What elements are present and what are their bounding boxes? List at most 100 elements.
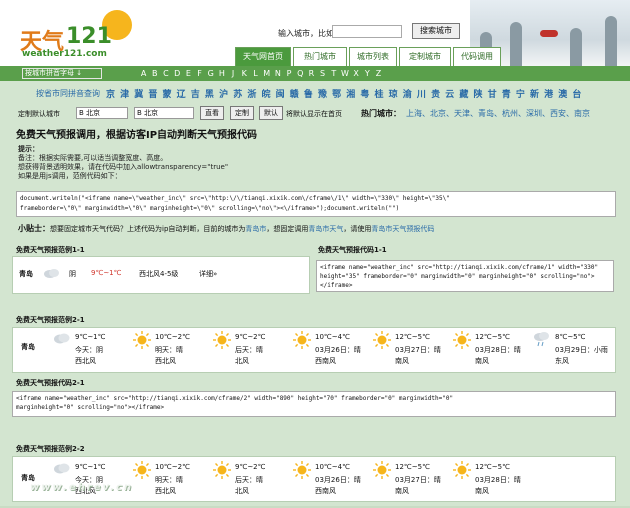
letter-link[interactable]: S — [317, 69, 328, 78]
forecast-temp: 10℃~2℃ — [155, 463, 190, 471]
letter-link[interactable]: F — [194, 69, 205, 78]
code-line: document.writeln("<iframe name=\"weather… — [20, 195, 450, 202]
forecast-day-label: 03月29日：小雨 — [555, 346, 608, 354]
code-1-1-textarea[interactable]: <iframe name="weather_inc" src="http://t… — [316, 260, 614, 292]
letter-link[interactable]: H — [216, 69, 227, 78]
page-title: 免费天气预报调用，根据访客IP自动判断天气预报代码 — [16, 130, 258, 141]
sun-icon — [453, 461, 471, 481]
forecast-temp: 12℃~5℃ — [395, 463, 430, 471]
city-link[interactable]: 青岛市 — [245, 225, 266, 233]
detail-link[interactable]: 详细» — [199, 269, 217, 279]
tab-code[interactable]: 代码调用 — [453, 47, 501, 66]
province-links[interactable]: 京 津 冀 晋 蒙 辽 吉 黑 沪 苏 浙 皖 闽 赣 鲁 豫 鄂 湘 粤 桂 … — [106, 87, 582, 100]
forecast-day: 12℃~5℃ 03月28日：晴 南风 — [453, 460, 533, 508]
default-button[interactable]: 默认 — [259, 106, 283, 120]
city-select[interactable]: B 北京 — [134, 107, 194, 119]
page: 天气 121 weather121.com 输入城市，比如 北京 搜索城市 天气… — [0, 0, 630, 506]
letter-link[interactable]: K — [239, 69, 250, 78]
tab-home[interactable]: 天气网首页 — [235, 47, 291, 66]
forecast-wind: 北风 — [235, 487, 249, 495]
letter-link[interactable]: G — [205, 69, 216, 78]
forecast-wind: 南风 — [395, 487, 409, 495]
tips: 提示： 备注：根据实际需要,可以适当调整宽度、高度。 想获得背景透明效果，请在代… — [18, 145, 228, 181]
letter-link[interactable]: D — [172, 69, 183, 78]
letter-link[interactable]: M — [261, 69, 272, 78]
letter-link[interactable]: Q — [295, 69, 306, 78]
tab-hot-cities[interactable]: 热门城市 — [293, 47, 347, 66]
letter-link[interactable]: P — [283, 69, 294, 78]
forecast-temp: 9℃~1℃ — [75, 333, 106, 341]
tips-line: 如果是用js调用，范例代码如下： — [18, 172, 122, 180]
view-button[interactable]: 直看 — [200, 106, 224, 120]
sample-2-2-title: 免费天气预报范例2-2 — [16, 445, 85, 453]
province-select[interactable]: B 北京 — [76, 107, 128, 119]
province-label: 按省市同拼音查询 — [36, 89, 100, 98]
code-2-1-textarea[interactable]: <iframe name="weather_inc" src="http://t… — [12, 391, 616, 417]
small-tip: 小贴士：想要固定城市天气代码？上述代码为ip自动判断，目前的城市为青岛市，想固定… — [18, 223, 434, 234]
letter-link[interactable]: J — [228, 69, 239, 78]
forecast-wind: 南风 — [475, 357, 489, 365]
tab-city-list[interactable]: 城市列表 — [349, 47, 397, 66]
small-tip-label: 小贴士： — [18, 224, 50, 233]
city-code-link[interactable]: 青岛市天气预报代码 — [371, 225, 434, 233]
forecast-day: 12℃~5℃ 03月27日：晴 南风 — [373, 460, 453, 508]
forecast-wind: 南风 — [475, 487, 489, 495]
tips-line: 备注：根据实际需要,可以适当调整宽度、高度。 — [18, 154, 168, 162]
letter-link[interactable]: W — [339, 69, 350, 78]
letter-link[interactable]: X — [351, 69, 362, 78]
sun-icon — [293, 331, 311, 351]
forecast-day: 9℃~1℃ 今天：阴 西北风 — [53, 330, 133, 378]
forecast-day-label: 后天：晴 — [235, 346, 263, 354]
city-weather-link[interactable]: 青岛市天气 — [308, 225, 343, 233]
site-logo[interactable]: 天气 121 weather121.com — [8, 6, 136, 60]
letter-link[interactable]: A — [138, 69, 149, 78]
cloud-icon — [53, 461, 71, 477]
letter-link[interactable]: R — [306, 69, 317, 78]
forecast-day-label: 后天：晴 — [235, 476, 263, 484]
forecast-wind: 西南风 — [315, 487, 336, 495]
logo-url: weather121.com — [22, 49, 107, 59]
forecast-day: 12℃~5℃ 03月28日：晴 南风 — [453, 330, 533, 378]
letter-link[interactable]: C — [160, 69, 171, 78]
default-city-bar: 定制默认城市 B 北京 B 北京 直看 定制 默认 将默认显示在首页 热门城市：… — [0, 106, 630, 122]
forecast-wind: 东风 — [555, 357, 569, 365]
forecast-temp: 9℃~2℃ — [235, 463, 266, 471]
province-bar: 按省市同拼音查询 京 津 冀 晋 蒙 辽 吉 黑 沪 苏 浙 皖 闽 赣 鲁 豫… — [0, 86, 630, 100]
letter-link[interactable]: L — [250, 69, 261, 78]
forecast-day-label: 03月28日：晴 — [475, 476, 521, 484]
js-code-textarea[interactable]: document.writeln("<iframe name=\"weather… — [16, 191, 616, 217]
rain-cloud-icon — [533, 331, 551, 349]
cloud-icon — [53, 331, 71, 347]
hot-cities-links[interactable]: 上海、北京、天津、青岛、杭州、深圳、西安、南京 — [406, 108, 590, 119]
forecast-day-label: 03月26日：晴 — [315, 346, 361, 354]
forecast-day-label: 今天：阴 — [75, 346, 103, 354]
sun-icon — [373, 461, 391, 481]
small-tip-text: 想要固定城市天气代码？上述代码为ip自动判断，目前的城市为 — [50, 225, 246, 233]
sun-icon — [453, 331, 471, 351]
letter-link[interactable]: E — [183, 69, 194, 78]
custom-button[interactable]: 定制 — [230, 106, 254, 120]
forecast-wind: 西北风 — [155, 357, 176, 365]
forecast-wind: 南风 — [395, 357, 409, 365]
forecast-day-label: 03月27日：晴 — [395, 346, 441, 354]
tab-custom-city[interactable]: 定制城市 — [399, 47, 451, 66]
city-name: 青岛 — [19, 270, 33, 278]
sample-2-1-title: 免费天气预报范例2-1 — [16, 316, 85, 324]
pinyin-select[interactable]: 按城市拼音字母 ↓ — [22, 68, 102, 79]
forecast-day: 8℃~5℃ 03月29日：小雨 东风 — [533, 330, 613, 378]
forecast-wind: 西南风 — [315, 357, 336, 365]
letter-link[interactable]: Y — [362, 69, 373, 78]
forecast-day: 9℃~2℃ 后天：晴北风 — [213, 460, 293, 508]
search-city-button[interactable]: 搜索城市 — [412, 23, 460, 39]
forecast-temp: 9℃~2℃ — [235, 333, 266, 341]
default-city-label: 定制默认城市 — [18, 110, 60, 118]
search-input[interactable] — [332, 25, 402, 38]
sample-1-1-box: 青岛 阴 9℃~1℃ 西北风4-5级 详细» — [12, 256, 310, 294]
letter-link[interactable]: Z — [373, 69, 384, 78]
forecast-day: 10℃~4℃ 03月26日：晴 西南风 — [293, 460, 373, 508]
forecast-temp: 12℃~5℃ — [475, 333, 510, 341]
forecast-day: 10℃~2℃ 明天：晴 西北风 — [133, 330, 213, 378]
letter-link[interactable]: B — [149, 69, 160, 78]
letter-link[interactable]: N — [272, 69, 283, 78]
letter-link[interactable]: T — [328, 69, 339, 78]
